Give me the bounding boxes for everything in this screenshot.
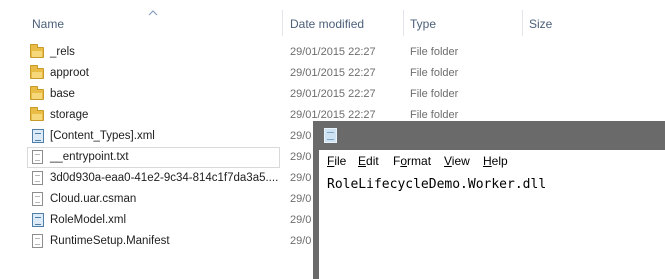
menu-view[interactable]: View — [444, 154, 470, 168]
xml-file-icon — [30, 213, 46, 228]
item-date-modified: 29/01/2015 22:27 — [290, 67, 376, 79]
folder-icon — [30, 86, 46, 102]
item-date-modified: 29/01/2015 22:27 — [290, 88, 376, 100]
menu-edit[interactable]: Edit — [358, 154, 379, 168]
item-date-modified: 29/01/2015 22:27 — [290, 109, 376, 121]
notepad-menubar: File Edit Format View Help — [319, 150, 665, 171]
menu-file[interactable]: File — [327, 154, 346, 168]
column-header-date-modified[interactable]: Date modified — [283, 10, 403, 40]
notepad-window[interactable]: File Edit Format View Help RoleLifecycle… — [313, 121, 665, 279]
menu-help[interactable]: Help — [483, 154, 508, 168]
column-header-size[interactable]: Size — [523, 10, 643, 40]
item-name: [Content_Types].xml — [50, 130, 155, 142]
item-type: File folder — [410, 109, 459, 121]
item-date-modified: 29/0 — [290, 235, 312, 247]
item-name: 3d0d930a-eaa0-41e2-9c34-814c1f7da3a5.... — [50, 172, 279, 184]
column-header-type[interactable]: Type — [404, 10, 523, 40]
text-file-icon — [30, 234, 46, 249]
item-name: _rels — [50, 46, 75, 58]
text-file-icon — [30, 150, 46, 165]
folder-icon — [30, 107, 46, 123]
folder-icon — [30, 44, 46, 60]
item-name: RuntimeSetup.Manifest — [50, 235, 170, 247]
notepad-content: RoleLifecycleDemo.Worker.dll — [327, 177, 547, 192]
file-list-item[interactable]: approot 29/01/2015 22:27 File folder — [0, 63, 665, 84]
item-date-modified: 29/0 — [290, 151, 312, 163]
item-date-modified: 29/0 — [290, 214, 312, 226]
file-list-item[interactable]: base 29/01/2015 22:27 File folder — [0, 84, 665, 105]
folder-icon — [30, 65, 46, 81]
item-type: File folder — [410, 46, 459, 58]
notepad-icon[interactable] — [324, 128, 337, 143]
notepad-titlebar[interactable] — [313, 121, 665, 150]
notepad-text-area[interactable]: RoleLifecycleDemo.Worker.dll — [319, 171, 665, 279]
item-type: File folder — [410, 88, 459, 100]
text-file-icon — [30, 192, 46, 207]
item-name: __entrypoint.txt — [50, 151, 129, 163]
item-name: RoleModel.xml — [50, 214, 127, 226]
column-header-name[interactable]: Name — [32, 10, 279, 40]
menu-format[interactable]: Format — [393, 154, 431, 168]
item-name: storage — [50, 109, 89, 121]
item-name: approot — [50, 67, 90, 79]
item-date-modified: 29/0 — [290, 130, 312, 142]
item-date-modified: 29/01/2015 22:27 — [290, 46, 376, 58]
item-date-modified: 29/0 — [290, 172, 312, 184]
item-date-modified: 29/0 — [290, 193, 312, 205]
xml-file-icon — [30, 129, 46, 144]
item-name: Cloud.uar.csman — [50, 193, 137, 205]
file-list-item[interactable]: _rels 29/01/2015 22:27 File folder — [0, 42, 665, 63]
text-file-icon — [30, 171, 46, 186]
item-name: base — [50, 88, 75, 100]
item-type: File folder — [410, 67, 459, 79]
